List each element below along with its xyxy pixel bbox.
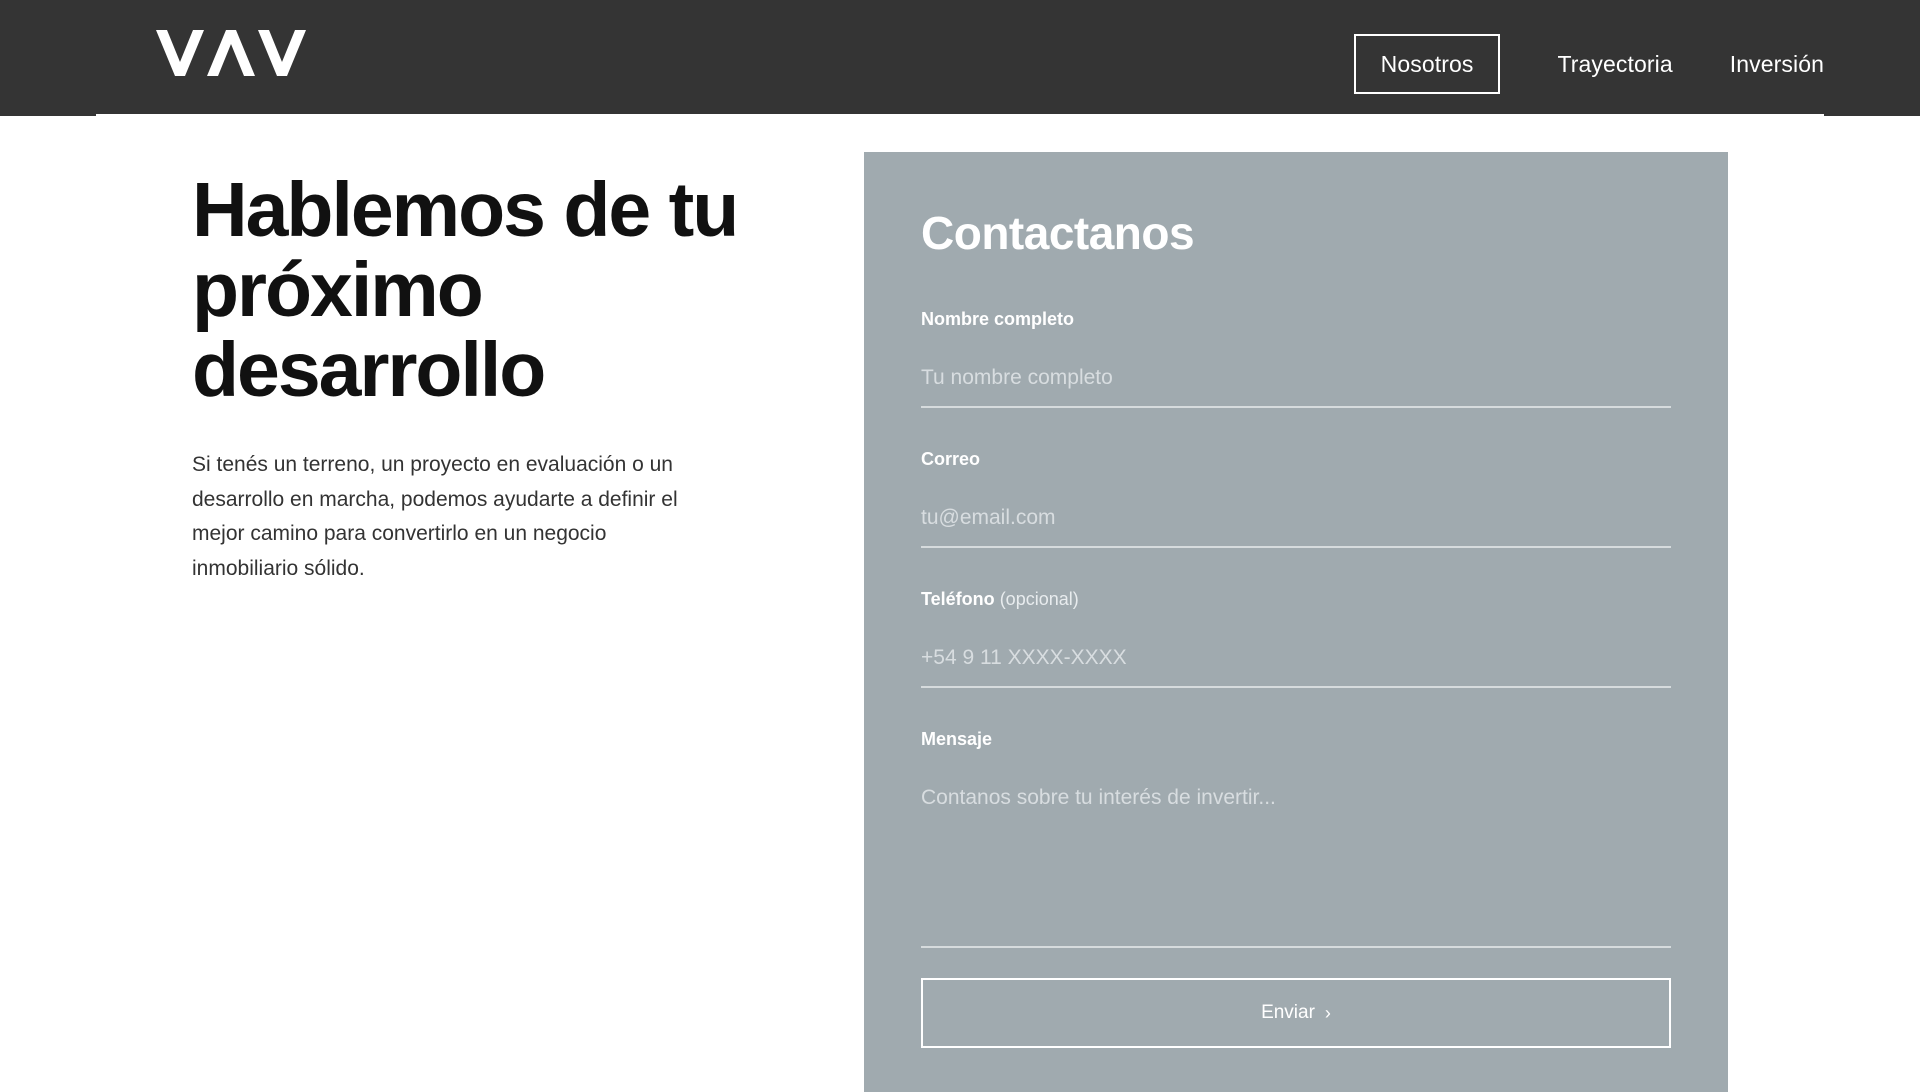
top-navigation-bar: Nosotros Trayectoria Inversión: [0, 0, 1920, 116]
submit-label: Enviar: [1261, 1002, 1315, 1023]
message-field-group: Mensaje: [921, 729, 1671, 948]
main-nav: Nosotros Trayectoria Inversión: [1353, 34, 1824, 94]
hero-title-line: próximo: [192, 247, 484, 333]
form-title: Contactanos: [921, 207, 1195, 259]
message-label: Mensaje: [921, 729, 993, 749]
nav-item-nosotros[interactable]: Nosotros: [1353, 34, 1501, 94]
submit-button[interactable]: Enviar ›: [921, 978, 1671, 1048]
brand-logo[interactable]: [156, 28, 306, 78]
header-divider: [96, 114, 1824, 117]
hero-title-line: Hablemos de tu: [192, 167, 739, 253]
contact-form-panel: Contactanos Nombre completo Correo Teléf…: [864, 152, 1728, 1092]
email-label: Correo: [921, 449, 981, 469]
hero-title-line: desarrollo: [192, 327, 546, 413]
phone-input[interactable]: [921, 630, 1671, 688]
hero-section: Hablemos de tu próximo desarrollo Si ten…: [192, 170, 752, 586]
email-field-group: Correo: [921, 449, 1671, 548]
hero-title: Hablemos de tu próximo desarrollo: [192, 170, 752, 410]
chevron-right-icon: ›: [1324, 1002, 1331, 1023]
name-input[interactable]: [921, 350, 1671, 408]
phone-label: Teléfono (opcional): [921, 589, 1079, 609]
optional-hint: (opcional): [999, 589, 1079, 609]
phone-label-text: Teléfono: [921, 589, 995, 609]
name-field-group: Nombre completo: [921, 309, 1671, 408]
phone-field-group: Teléfono (opcional): [921, 589, 1671, 688]
message-textarea[interactable]: [921, 784, 1671, 948]
name-label: Nombre completo: [921, 309, 1075, 329]
email-input[interactable]: [921, 490, 1671, 548]
hero-description: Si tenés un terreno, un proyecto en eval…: [192, 453, 678, 580]
nav-item-trayectoria[interactable]: Trayectoria: [1557, 34, 1672, 94]
nav-item-inversion[interactable]: Inversión: [1730, 34, 1824, 94]
vav-logo-mark: [156, 30, 306, 76]
